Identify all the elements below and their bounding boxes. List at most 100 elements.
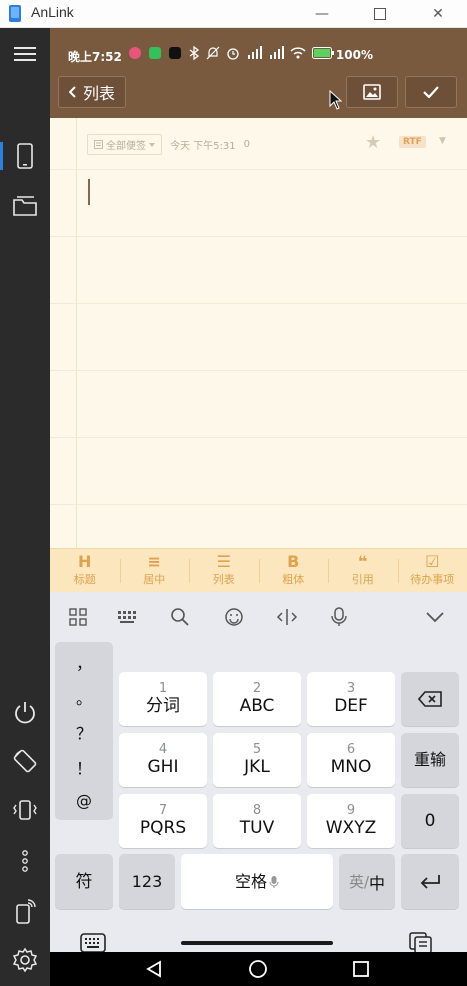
quote-label: 引用	[351, 573, 374, 586]
cursor-move-button[interactable]	[272, 604, 302, 630]
key-1-segment[interactable]: 1 分词	[119, 672, 207, 726]
hide-keyboard-button[interactable]	[420, 604, 450, 630]
punct-exclaim-key[interactable]: ！	[55, 749, 113, 784]
bold-button[interactable]: B 粗体	[258, 549, 329, 592]
key-number: 6	[346, 742, 356, 757]
check-icon	[423, 86, 439, 98]
settings-button[interactable]	[0, 942, 50, 978]
emoji-icon	[225, 608, 243, 626]
window-title: AnLink	[31, 4, 74, 20]
power-icon	[15, 702, 35, 724]
star-icon[interactable]: ★	[365, 132, 381, 153]
files-button[interactable]	[0, 188, 50, 224]
key-6-mno[interactable]: 6 MNO	[307, 733, 395, 787]
key-7-pqrs[interactable]: 7 PQRS	[119, 794, 207, 848]
key-label: 空格	[234, 871, 267, 891]
punct-at-key[interactable]: @	[55, 783, 113, 818]
voice-input-button[interactable]	[324, 604, 354, 630]
key-8-tuv[interactable]: 8 TUV	[213, 794, 301, 848]
punct-comma-key[interactable]: ，	[55, 644, 113, 679]
square-recents-icon	[353, 961, 369, 977]
punct-period-key[interactable]: 。	[55, 679, 113, 714]
notification-video-icon	[169, 47, 181, 59]
minimize-button[interactable]: —	[293, 0, 351, 28]
vibrate-button[interactable]	[0, 792, 50, 828]
alarm-icon	[227, 48, 239, 60]
power-button[interactable]	[0, 694, 50, 730]
note-editor[interactable]: 全部便签 今天 下午5:31 0 ★ RTF ▼	[50, 118, 467, 548]
ruled-line	[50, 236, 467, 237]
folder-icon	[13, 196, 37, 216]
key-9-wxyz[interactable]: 9 WXYZ	[307, 794, 395, 848]
keyboard-layout-icon	[118, 611, 136, 623]
cursor-move-icon	[276, 609, 298, 625]
rotate-button[interactable]	[0, 743, 50, 779]
notification-chat-icon	[149, 47, 161, 59]
ruled-line	[50, 370, 467, 371]
chevron-left-icon	[69, 86, 76, 98]
key-2-abc[interactable]: 2 ABC	[213, 672, 301, 726]
more-button[interactable]	[0, 843, 50, 879]
symbols-key[interactable]: 符	[55, 854, 113, 909]
language-switch-key[interactable]: 英/ 中	[339, 854, 395, 909]
maximize-icon	[374, 8, 386, 20]
nav-back-button[interactable]	[142, 957, 166, 981]
nav-recents-button[interactable]	[349, 957, 373, 981]
todo-button[interactable]: ☑ 待办事项	[397, 549, 467, 592]
phone-view-button[interactable]	[0, 138, 50, 174]
key-label: DEF	[334, 696, 368, 716]
mute-bell-icon	[206, 46, 220, 60]
notification-app-icon	[129, 47, 141, 59]
heading-icon: H	[78, 552, 92, 571]
enter-key[interactable]	[401, 854, 459, 909]
space-key[interactable]: 空格	[181, 854, 333, 909]
emoji-button[interactable]	[219, 604, 249, 630]
retype-key[interactable]: 重输	[401, 733, 459, 787]
apps-grid-button[interactable]	[63, 604, 93, 630]
home-indicator[interactable]	[181, 941, 333, 945]
list-button[interactable]: ☰ 列表	[189, 549, 259, 592]
quote-button[interactable]: ❝ 引用	[328, 549, 398, 592]
punct-question-key[interactable]: ？	[55, 714, 113, 749]
search-icon	[171, 608, 189, 626]
maximize-button[interactable]	[351, 0, 409, 28]
save-confirm-button[interactable]	[405, 76, 457, 108]
key-number: 4	[158, 742, 168, 757]
insert-image-button[interactable]	[346, 76, 398, 108]
list-label: 列表	[212, 573, 235, 586]
center-align-button[interactable]: ≡ 居中	[119, 549, 190, 592]
format-dropdown-icon[interactable]: ▼	[439, 136, 446, 146]
phone-icon	[17, 143, 33, 169]
key-0[interactable]: 0	[401, 794, 459, 848]
bold-label: 粗体	[282, 573, 305, 586]
heading-button[interactable]: H 标题	[50, 549, 120, 592]
vibrate-icon	[13, 800, 37, 820]
numbers-key[interactable]: 123	[119, 854, 175, 909]
signal-1-icon	[248, 46, 262, 59]
key-3-def[interactable]: 3 DEF	[307, 672, 395, 726]
keyboard-layout-button[interactable]	[113, 604, 143, 630]
circle-home-icon	[249, 960, 267, 978]
cast-button[interactable]	[0, 893, 50, 929]
enter-icon	[420, 874, 440, 889]
status-icons	[128, 46, 334, 60]
microphone-icon	[331, 607, 347, 626]
search-button[interactable]	[165, 604, 195, 630]
close-button[interactable]: ✕	[409, 0, 467, 28]
ruled-line	[50, 504, 467, 505]
key-4-ghi[interactable]: 4 GHI	[119, 733, 207, 787]
rtf-badge[interactable]: RTF	[399, 136, 426, 148]
keyboard-toolbar	[50, 592, 467, 642]
todo-icon: ☑	[425, 552, 440, 571]
key-5-jkl[interactable]: 5 JKL	[213, 733, 301, 787]
category-dropdown[interactable]: 全部便签	[87, 134, 162, 155]
microphone-icon	[269, 875, 279, 888]
heading-label: 标题	[73, 573, 96, 586]
menu-button[interactable]	[0, 36, 50, 72]
backspace-key[interactable]	[401, 672, 459, 726]
back-to-list-button[interactable]: 列表	[58, 76, 127, 108]
key-number: 5	[252, 742, 262, 757]
note-meta: 全部便签 今天 下午5:31 0	[87, 134, 250, 155]
ruled-line	[50, 169, 467, 170]
nav-home-button[interactable]	[246, 957, 270, 981]
